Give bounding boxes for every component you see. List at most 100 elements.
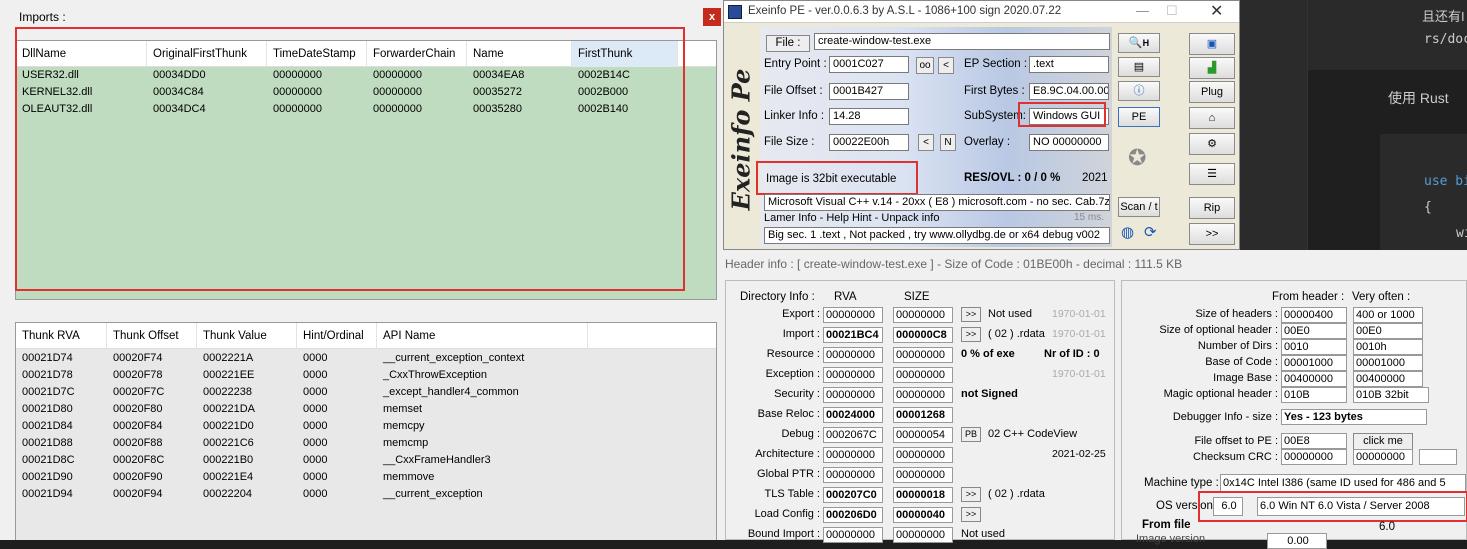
thunk-list[interactable]: Thunk RVA Thunk Offset Thunk Value Hint/… — [15, 322, 717, 540]
settings-button[interactable]: ⚙ — [1189, 133, 1235, 155]
table-row[interactable]: 00021D80 00020F80 000221DA 0000 memset — [16, 401, 716, 418]
next-button[interactable]: >> — [1189, 223, 1235, 245]
refresh-icon[interactable]: ⟳ — [1144, 223, 1157, 241]
maximize-icon[interactable]: ☐ — [1166, 3, 1178, 19]
stats-button[interactable]: ▟ — [1189, 57, 1235, 79]
dir-size-field[interactable]: 00001268 — [893, 407, 953, 423]
dir-size-field[interactable]: 00000018 — [893, 487, 953, 503]
header-field-value[interactable]: 00000400 — [1281, 307, 1347, 323]
lamer-info-link[interactable]: Lamer Info - Help Hint - Unpack info — [764, 212, 939, 224]
table-row[interactable]: 00021D84 00020F84 000221D0 0000 memcpy — [16, 418, 716, 435]
header-field-typical[interactable]: 400 or 1000 — [1353, 307, 1423, 323]
dir-rva-field[interactable]: 0002067C — [823, 427, 883, 443]
col-thunk-value[interactable]: Thunk Value — [197, 323, 297, 349]
col-thunk-rva[interactable]: Thunk RVA — [16, 323, 107, 349]
dir-rva-field[interactable]: 00000000 — [823, 467, 883, 483]
dir-size-field[interactable]: 00000000 — [893, 367, 953, 383]
ep-prev-button[interactable]: < — [938, 57, 954, 74]
header-field-value[interactable]: 010B — [1281, 387, 1347, 403]
image-version-field[interactable]: 0.00 — [1267, 533, 1327, 549]
col-thunk-offset[interactable]: Thunk Offset — [107, 323, 197, 349]
dir-rva-field[interactable]: 000207C0 — [823, 487, 883, 503]
dir-size-field[interactable]: 00000000 — [893, 527, 953, 543]
header-field-typical[interactable]: 00400000 — [1353, 371, 1423, 387]
plug-button[interactable]: Plug — [1189, 81, 1235, 103]
linker-info-field[interactable]: 14.28 — [829, 108, 909, 125]
table-row[interactable]: 00021D90 00020F90 000221E4 0000 memmove — [16, 469, 716, 486]
table-row[interactable]: 00021D8C 00020F8C 000221B0 0000 __CxxFrameHa… — [16, 452, 716, 469]
dir-rva-field[interactable]: 000206D0 — [823, 507, 883, 523]
globe-icon[interactable]: ◍ — [1121, 223, 1134, 241]
header-field-typical[interactable]: 0010h — [1353, 339, 1423, 355]
dir-extra-text: not Signed — [961, 388, 1018, 400]
dir-rva-field[interactable]: 00000000 — [823, 447, 883, 463]
scan-button[interactable]: Scan / t — [1118, 197, 1160, 217]
dir-action-button[interactable]: >> — [961, 507, 981, 522]
entry-point-field[interactable]: 0001C027 — [829, 56, 909, 73]
checksum-field-b[interactable]: 00000000 — [1353, 449, 1413, 465]
table-row[interactable]: 00021D94 00020F94 00022204 0000 __current_ex… — [16, 486, 716, 503]
header-field-value[interactable]: 00E0 — [1281, 323, 1347, 339]
dir-size-field[interactable]: 00000040 — [893, 507, 953, 523]
ep-section-field[interactable]: .text — [1029, 56, 1109, 73]
dir-rva-field[interactable]: 00000000 — [823, 307, 883, 323]
rip-button[interactable]: Rip — [1189, 197, 1235, 219]
dir-rva-field[interactable]: 00000000 — [823, 527, 883, 543]
sections-button[interactable]: ▤ — [1118, 57, 1160, 77]
dir-rva-field[interactable]: 00000000 — [823, 367, 883, 383]
table-row[interactable]: 00021D78 00020F78 000221EE 0000 _CxxThrowExc… — [16, 367, 716, 384]
checksum-field-a[interactable]: 00000000 — [1281, 449, 1347, 465]
oo-button[interactable]: oo — [916, 57, 934, 74]
dir-size-field[interactable]: 00000054 — [893, 427, 953, 443]
search-button[interactable]: 🔍H — [1118, 33, 1160, 53]
close-icon[interactable]: ✕ — [1210, 1, 1223, 21]
dir-rva-field[interactable]: 00000000 — [823, 347, 883, 363]
home-button[interactable]: ⌂ — [1189, 107, 1235, 129]
minimize-icon[interactable]: — — [1136, 3, 1149, 18]
dir-action-button[interactable]: >> — [961, 307, 981, 322]
dir-action-button[interactable]: >> — [961, 327, 981, 342]
compiler-field[interactable]: Microsoft Visual C++ v.14 - 20xx ( E8 ) … — [764, 194, 1110, 211]
header-field-typical[interactable]: 00E0 — [1353, 323, 1423, 339]
overlay-field[interactable]: NO 00000000 — [1029, 134, 1109, 151]
dir-rva-field[interactable]: 00000000 — [823, 387, 883, 403]
gear-icon: ⚙ — [1207, 138, 1217, 150]
table-row[interactable]: 00021D88 00020F88 000221C6 0000 memcmp — [16, 435, 716, 452]
pe-button[interactable]: PE — [1118, 107, 1160, 127]
info-button[interactable]: ⓘ — [1118, 81, 1160, 101]
col-api-name[interactable]: API Name — [377, 323, 588, 349]
checksum-field-c[interactable] — [1419, 449, 1457, 465]
menu-button[interactable]: ☰ — [1189, 163, 1235, 185]
dir-size-field[interactable]: 00000000 — [893, 347, 953, 363]
dir-rva-field[interactable]: 00021BC4 — [823, 327, 883, 343]
col-hint-ordinal[interactable]: Hint/Ordinal — [297, 323, 377, 349]
dir-size-field[interactable]: 00000000 — [893, 447, 953, 463]
n-button[interactable]: N — [940, 134, 956, 151]
dir-size-field[interactable]: 00000000 — [893, 467, 953, 483]
header-field-typical[interactable]: 00001000 — [1353, 355, 1423, 371]
file-offset-field[interactable]: 0001B427 — [829, 83, 909, 100]
header-field-value[interactable]: 00001000 — [1281, 355, 1347, 371]
size-prev-button[interactable]: < — [918, 134, 934, 151]
hint-field[interactable]: Big sec. 1 .text , Not packed , try www.… — [764, 227, 1110, 244]
close-button[interactable]: x — [703, 8, 721, 26]
file-path-field[interactable]: create-window-test.exe — [814, 33, 1110, 50]
header-field-typical[interactable]: 010B 32bit — [1353, 387, 1429, 403]
file-offset-pe-field[interactable]: 00E8 — [1281, 433, 1347, 449]
table-row[interactable]: 00021D7C 00020F7C 00022238 0000 _except_hand… — [16, 384, 716, 401]
window-button[interactable]: ▣ — [1189, 33, 1235, 55]
dir-size-field[interactable]: 00000000 — [893, 387, 953, 403]
table-row[interactable]: 00021D74 00020F74 0002221A 0000 __current_ex… — [16, 350, 716, 367]
file-size-field[interactable]: 00022E00h — [829, 134, 909, 151]
dir-action-button[interactable]: PB — [961, 427, 981, 442]
click-me-button[interactable]: click me — [1353, 433, 1413, 450]
file-button[interactable]: File : — [766, 35, 810, 52]
debugger-info-field[interactable]: Yes - 123 bytes — [1281, 409, 1427, 425]
header-field-value[interactable]: 00400000 — [1281, 371, 1347, 387]
first-bytes-field[interactable]: E8.9C.04.00.00 — [1029, 83, 1109, 100]
dir-rva-field[interactable]: 00024000 — [823, 407, 883, 423]
dir-size-field[interactable]: 00000000 — [893, 307, 953, 323]
dir-action-button[interactable]: >> — [961, 487, 981, 502]
dir-size-field[interactable]: 000000C8 — [893, 327, 953, 343]
header-field-value[interactable]: 0010 — [1281, 339, 1347, 355]
